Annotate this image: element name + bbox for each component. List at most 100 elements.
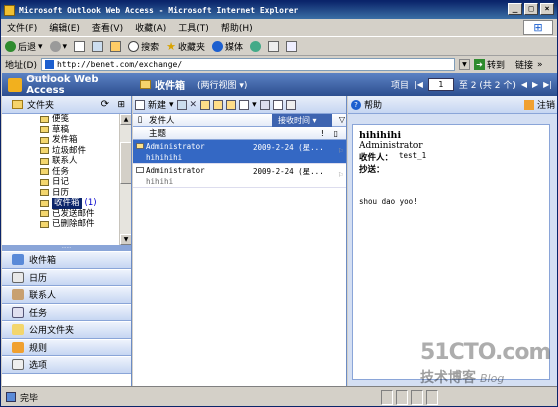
folder-item-junk[interactable]: 垃圾邮件 bbox=[2, 146, 131, 157]
nav-inbox-button[interactable]: 收件箱 bbox=[2, 251, 131, 269]
address-book-icon[interactable] bbox=[259, 99, 270, 110]
move-icon[interactable] bbox=[176, 99, 187, 110]
contacts-icon bbox=[12, 289, 24, 301]
scroll-down-icon[interactable]: ▼ bbox=[120, 234, 131, 245]
nav-calendar-button[interactable]: 日历 bbox=[2, 268, 131, 286]
folder-scrollbar[interactable]: ▲ ▼ bbox=[119, 114, 131, 245]
check-mail-icon[interactable] bbox=[285, 99, 296, 110]
col-received-sorted[interactable]: 接收时间 ▾ bbox=[272, 114, 332, 127]
folder-icon bbox=[140, 80, 151, 89]
home-icon[interactable] bbox=[110, 41, 122, 52]
nav-options-button[interactable]: 选项 bbox=[2, 356, 131, 374]
folder-item-tasks[interactable]: 任务 bbox=[2, 167, 131, 178]
go-button[interactable]: ➜ 转到 bbox=[473, 58, 505, 71]
help-icon: ? bbox=[351, 99, 361, 110]
prev-page-icon[interactable]: ◀ bbox=[521, 80, 527, 89]
ie-icon bbox=[4, 4, 15, 16]
menu-view[interactable]: 查看(V) bbox=[92, 21, 123, 34]
folder-icon bbox=[40, 199, 49, 207]
filter-icon[interactable]: ▽ bbox=[339, 115, 345, 124]
folder-icon bbox=[40, 210, 49, 218]
next-page-icon[interactable]: ▶ bbox=[532, 80, 538, 89]
folder-item-notes[interactable]: 便笺 bbox=[2, 114, 131, 125]
folder-icon bbox=[40, 147, 49, 155]
menu-edit[interactable]: 编辑(E) bbox=[49, 21, 80, 34]
new-button[interactable]: 新建 bbox=[148, 98, 166, 111]
delete-icon[interactable]: ✕ bbox=[190, 100, 198, 110]
find-icon[interactable] bbox=[272, 99, 283, 110]
forward-button[interactable]: ▾ bbox=[49, 41, 67, 52]
history-icon[interactable] bbox=[250, 41, 261, 52]
nav-public-folders-button[interactable]: 公用文件夹 bbox=[2, 321, 131, 339]
site-watermark: 51CTO.com bbox=[420, 340, 551, 365]
scroll-thumb[interactable] bbox=[120, 142, 131, 184]
pin-icon[interactable]: ⊞ bbox=[117, 100, 125, 110]
media-button[interactable]: 媒体 bbox=[211, 40, 243, 53]
pager: 项目 |◀ 1 至 2 (共 2 个) ◀ ▶ ▶| bbox=[391, 78, 552, 91]
close-button[interactable]: × bbox=[540, 3, 554, 15]
message-sender: Administrator bbox=[359, 141, 423, 151]
folder-icon bbox=[12, 100, 23, 109]
address-input[interactable]: http://benet.com/exchange/ bbox=[40, 58, 455, 71]
mail-icon[interactable] bbox=[268, 41, 279, 52]
address-dropdown-icon[interactable]: ▼ bbox=[458, 59, 470, 70]
refresh-icon[interactable] bbox=[92, 41, 104, 52]
message-row[interactable]: Administrator 2009-2-24 (星... hihihihi ⚐ bbox=[133, 140, 346, 164]
flag-icon[interactable]: ⚐ bbox=[338, 146, 343, 155]
tasks-icon bbox=[12, 306, 24, 318]
reply-all-icon[interactable] bbox=[213, 99, 224, 110]
links-chevron-icon[interactable]: » bbox=[537, 60, 543, 70]
attachment-col-icon[interactable]: ▯ bbox=[133, 115, 147, 125]
folder-item-outbox[interactable]: 发件箱 bbox=[2, 135, 131, 146]
col-subject[interactable]: 主题 bbox=[147, 127, 346, 139]
calendar-icon bbox=[12, 271, 24, 283]
minimize-button[interactable]: _ bbox=[508, 3, 522, 15]
nav-contacts-button[interactable]: 联系人 bbox=[2, 286, 131, 304]
logout-button[interactable]: 注销 bbox=[523, 98, 555, 111]
back-button[interactable]: 后退 ▾ bbox=[5, 40, 43, 53]
message-row[interactable]: Administrator 2009-2-24 (星... hihihi ⚐ bbox=[133, 164, 346, 188]
new-dropdown-icon[interactable]: ▾ bbox=[169, 100, 174, 110]
nav-rules-button[interactable]: 规则 bbox=[2, 338, 131, 356]
links-button[interactable]: 链接 bbox=[515, 58, 533, 71]
help-button[interactable]: ? 帮助 bbox=[351, 98, 382, 111]
folder-item-sent[interactable]: 已发送邮件 bbox=[2, 209, 131, 220]
nav-tasks-button[interactable]: 任务 bbox=[2, 303, 131, 321]
importance-col-icon[interactable]: ! bbox=[321, 129, 324, 138]
page-input[interactable]: 1 bbox=[427, 78, 454, 91]
page-done-icon bbox=[6, 392, 16, 402]
flag-icon[interactable]: ⚐ bbox=[338, 170, 343, 179]
folder-item-drafts[interactable]: 草稿 bbox=[2, 125, 131, 136]
refresh-icon[interactable]: ⟳ bbox=[101, 99, 109, 110]
menu-bar: 文件(F) 编辑(E) 查看(V) 收藏(A) 工具(T) 帮助(H) bbox=[1, 19, 557, 37]
logout-icon bbox=[523, 99, 534, 110]
folder-item-calendar[interactable]: 日历 bbox=[2, 188, 131, 199]
view-icon[interactable] bbox=[239, 99, 250, 110]
browser-toolbar: 后退 ▾ ▾ 搜索 ★ 收藏夹 媒体 bbox=[1, 38, 557, 56]
folder-item-inbox[interactable]: 收件箱 (1) bbox=[2, 198, 131, 209]
scroll-up-icon[interactable]: ▲ bbox=[120, 114, 131, 125]
search-button[interactable]: 搜索 bbox=[128, 40, 159, 53]
forward-icon[interactable] bbox=[226, 99, 237, 110]
menu-tools[interactable]: 工具(T) bbox=[178, 21, 209, 34]
favorites-button[interactable]: ★ 收藏夹 bbox=[166, 40, 205, 53]
menu-help[interactable]: 帮助(H) bbox=[221, 21, 253, 34]
folder-item-journal[interactable]: 日记 bbox=[2, 177, 131, 188]
menu-file[interactable]: 文件(F) bbox=[7, 21, 37, 34]
folder-item-contacts[interactable]: 联系人 bbox=[2, 156, 131, 167]
attachment-col-icon[interactable]: ▯ bbox=[334, 129, 338, 138]
reply-icon[interactable] bbox=[200, 99, 211, 110]
message-cc: 抄送： bbox=[359, 165, 385, 175]
menu-favorites[interactable]: 收藏(A) bbox=[135, 21, 166, 34]
media-icon bbox=[211, 41, 223, 52]
last-page-icon[interactable]: ▶| bbox=[543, 80, 552, 89]
maximize-button[interactable]: □ bbox=[524, 3, 538, 15]
first-page-icon[interactable]: |◀ bbox=[414, 80, 423, 89]
folder-icon bbox=[40, 126, 49, 134]
folder-item-deleted[interactable]: 已删除邮件 bbox=[2, 219, 131, 230]
print-icon[interactable] bbox=[286, 41, 297, 52]
folder-tree: 便笺 草稿 发件箱 垃圾邮件 联系人 任务 日记 日历 收件箱 (1) 已发送邮件… bbox=[2, 114, 131, 245]
view-selector[interactable]: (两行视图 ▾) bbox=[197, 78, 247, 91]
view-dropdown-icon[interactable]: ▾ bbox=[252, 100, 257, 110]
stop-icon[interactable] bbox=[74, 41, 86, 52]
